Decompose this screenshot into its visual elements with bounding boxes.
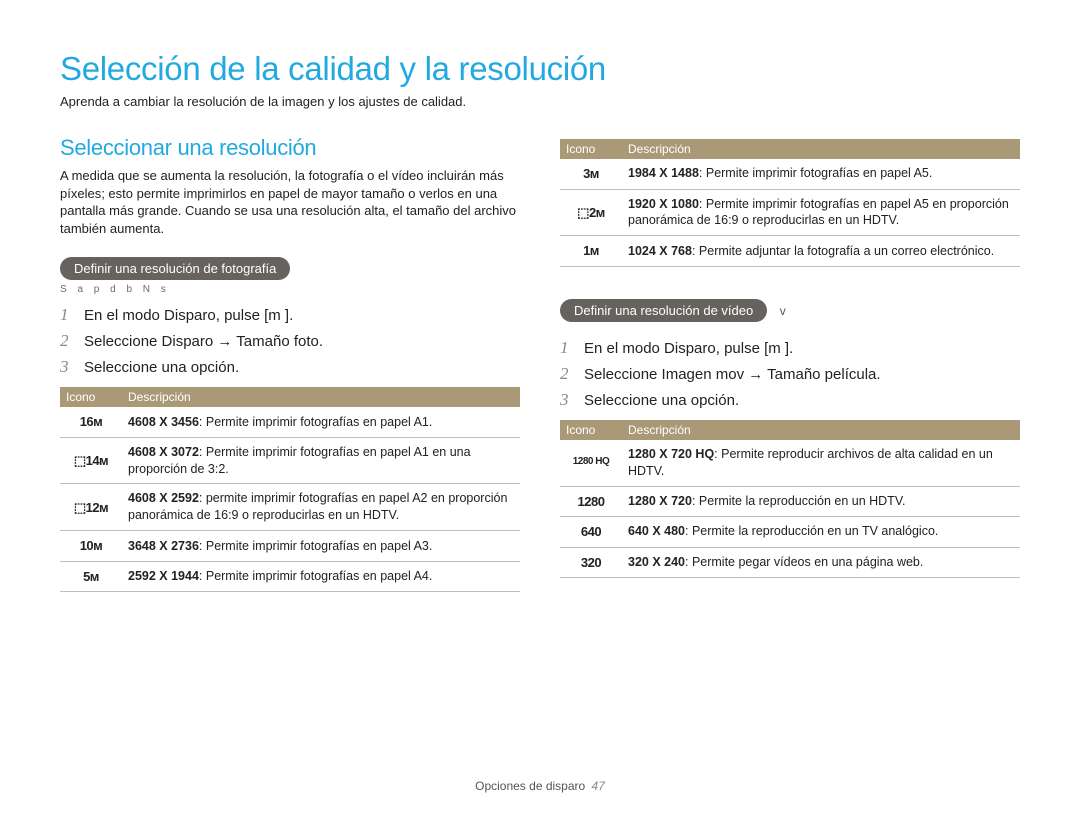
table-row: 1ᴍ 1024 X 768: Permite adjuntar la fotog… xyxy=(560,236,1020,267)
resolution-icon: 1ᴍ xyxy=(560,236,622,267)
table-row: 1280 1280 X 720: Permite la reproducción… xyxy=(560,486,1020,517)
list-item: 1 En el modo Disparo, pulse [m ]. xyxy=(60,305,520,325)
resolution-icon: 320 xyxy=(560,547,622,578)
list-item: 1 En el modo Disparo, pulse [m ]. xyxy=(560,338,1020,358)
resolution-desc: 2592 X 1944: Permite imprimir fotografía… xyxy=(122,561,520,592)
resolution-desc: 1280 X 720: Permite la reproducción en u… xyxy=(622,486,1020,517)
step-number: 1 xyxy=(560,338,574,358)
table-row: ⬚14ᴍ 4608 X 3072: Permite imprimir fotog… xyxy=(60,437,520,484)
step-text: Seleccione una opción. xyxy=(584,392,739,409)
resolution-icon: 1280 HQ xyxy=(560,440,622,486)
col-header-icon: Icono xyxy=(560,420,622,440)
step-number: 2 xyxy=(560,364,574,384)
table-row: 16ᴍ 4608 X 3456: Permite imprimir fotogr… xyxy=(60,407,520,437)
manual-page: Selección de la calidad y la resolución … xyxy=(0,0,1080,815)
table-row: 1280 HQ 1280 X 720 HQ: Permite reproduci… xyxy=(560,440,1020,486)
video-resolution-table: Icono Descripción 1280 HQ 1280 X 720 HQ:… xyxy=(560,420,1020,578)
table-row: 10ᴍ 3648 X 2736: Permite imprimir fotogr… xyxy=(60,531,520,562)
two-column-layout: Seleccionar una resolución A medida que … xyxy=(60,135,1020,592)
resolution-icon: 16ᴍ xyxy=(60,407,122,437)
footer-section-label: Opciones de disparo xyxy=(475,779,585,793)
table-header-row: Icono Descripción xyxy=(560,420,1020,440)
step-number: 3 xyxy=(60,357,74,377)
list-item: 2 Seleccione Imagen mov → Tamaño película… xyxy=(560,364,1020,384)
resolution-desc: 3648 X 2736: Permite imprimir fotografía… xyxy=(122,531,520,562)
col-header-desc: Descripción xyxy=(622,139,1020,159)
intro-paragraph: A medida que se aumenta la resolución, l… xyxy=(60,167,520,237)
step-text: Seleccione una opción. xyxy=(84,359,239,376)
table-row: 640 640 X 480: Permite la reproducción e… xyxy=(560,517,1020,548)
page-title: Selección de la calidad y la resolución xyxy=(60,50,1020,88)
resolution-desc: 1984 X 1488: Permite imprimir fotografía… xyxy=(622,159,1020,189)
step-number: 2 xyxy=(60,331,74,351)
section-heading: Seleccionar una resolución xyxy=(60,135,520,161)
resolution-icon: ⬚2ᴍ xyxy=(560,189,622,236)
table-row: 5ᴍ 2592 X 1944: Permite imprimir fotogra… xyxy=(60,561,520,592)
page-subtitle: Aprenda a cambiar la resolución de la im… xyxy=(60,94,1020,109)
photo-steps: 1 En el modo Disparo, pulse [m ]. 2 Selecc… xyxy=(60,305,520,377)
resolution-desc: 4608 X 2592: permite imprimir fotografía… xyxy=(122,484,520,531)
step-text: Seleccione Disparo → Tamaño foto. xyxy=(84,333,323,350)
table-row: 320 320 X 240: Permite pegar vídeos en u… xyxy=(560,547,1020,578)
resolution-icon: 1280 xyxy=(560,486,622,517)
resolution-icon: 10ᴍ xyxy=(60,531,122,562)
list-item: 3 Seleccione una opción. xyxy=(560,390,1020,410)
table-row: ⬚2ᴍ 1920 X 1080: Permite imprimir fotogr… xyxy=(560,189,1020,236)
table-row: ⬚12ᴍ 4608 X 2592: permite imprimir fotog… xyxy=(60,484,520,531)
photo-resolution-table-left: Icono Descripción 16ᴍ 4608 X 3456: Permi… xyxy=(60,387,520,592)
table-header-row: Icono Descripción xyxy=(560,139,1020,159)
page-footer: Opciones de disparo 47 xyxy=(0,779,1080,793)
resolution-icon: 640 xyxy=(560,517,622,548)
video-mode-icon: v xyxy=(780,304,786,318)
left-column: Seleccionar una resolución A medida que … xyxy=(60,135,520,592)
step-text: En el modo Disparo, pulse [m ]. xyxy=(84,307,293,324)
resolution-desc: 1024 X 768: Permite adjuntar la fotograf… xyxy=(622,236,1020,267)
resolution-desc: 320 X 240: Permite pegar vídeos en una p… xyxy=(622,547,1020,578)
resolution-icon: ⬚14ᴍ xyxy=(60,437,122,484)
resolution-icon: 3ᴍ xyxy=(560,159,622,189)
table-row: 3ᴍ 1984 X 1488: Permite imprimir fotogra… xyxy=(560,159,1020,189)
photo-resolution-pill: Definir una resolución de fotografía xyxy=(60,257,290,280)
video-steps: 1 En el modo Disparo, pulse [m ]. 2 Selecc… xyxy=(560,338,1020,410)
col-header-desc: Descripción xyxy=(622,420,1020,440)
resolution-desc: 1280 X 720 HQ: Permite reproducir archiv… xyxy=(622,440,1020,486)
resolution-icon: 5ᴍ xyxy=(60,561,122,592)
page-number: 47 xyxy=(592,779,605,793)
resolution-desc: 1920 X 1080: Permite imprimir fotografía… xyxy=(622,189,1020,236)
resolution-icon: ⬚12ᴍ xyxy=(60,484,122,531)
col-header-icon: Icono xyxy=(60,387,122,407)
video-resolution-pill: Definir una resolución de vídeo xyxy=(560,299,767,322)
mode-icons-row: S a p d b N s xyxy=(60,284,520,295)
list-item: 2 Seleccione Disparo → Tamaño foto. xyxy=(60,331,520,351)
list-item: 3 Seleccione una opción. xyxy=(60,357,520,377)
resolution-desc: 4608 X 3072: Permite imprimir fotografía… xyxy=(122,437,520,484)
resolution-desc: 640 X 480: Permite la reproducción en un… xyxy=(622,517,1020,548)
col-header-icon: Icono xyxy=(560,139,622,159)
step-text: Seleccione Imagen mov → Tamaño película. xyxy=(584,366,881,383)
step-text: En el modo Disparo, pulse [m ]. xyxy=(584,340,793,357)
col-header-desc: Descripción xyxy=(122,387,520,407)
step-number: 1 xyxy=(60,305,74,325)
right-column: Icono Descripción 3ᴍ 1984 X 1488: Permit… xyxy=(560,135,1020,592)
photo-resolution-table-right: Icono Descripción 3ᴍ 1984 X 1488: Permit… xyxy=(560,139,1020,267)
table-header-row: Icono Descripción xyxy=(60,387,520,407)
resolution-desc: 4608 X 3456: Permite imprimir fotografía… xyxy=(122,407,520,437)
step-number: 3 xyxy=(560,390,574,410)
